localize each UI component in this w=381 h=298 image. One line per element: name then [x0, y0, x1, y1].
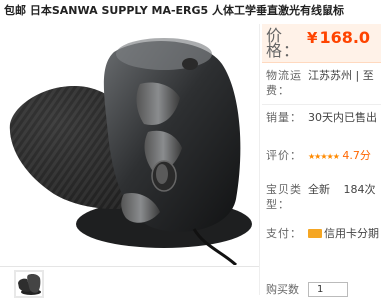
item-condition: 全新 [308, 183, 330, 196]
credit-card-icon [308, 229, 322, 238]
divider [262, 104, 381, 105]
shipping-label: 物流运费： [266, 69, 302, 97]
price-box: 价格： ¥168.0 [262, 24, 381, 63]
price-value: ¥168.0 [307, 28, 370, 47]
column-divider [259, 24, 260, 295]
price-currency: ¥ [307, 29, 318, 47]
shipping-value[interactable]: 江苏苏州 | 至 [308, 68, 374, 83]
product-image[interactable] [4, 24, 256, 265]
product-title: 包邮 日本SANWA SUPPLY MA-ERG5 人体工学垂直激光有线鼠标 [4, 4, 345, 17]
thumbnail-1[interactable] [14, 270, 44, 298]
item-type-label: 宝贝类型： [266, 183, 302, 211]
payment-method: 信用卡分期 [324, 227, 379, 240]
thumbnail-bar [0, 266, 260, 298]
sales-value: 30天内已售出 [308, 111, 377, 124]
payment-value[interactable]: 信用卡分期 [308, 226, 379, 241]
price-label: 价格： [266, 26, 301, 60]
item-count: 184次 [343, 183, 376, 196]
payment-label: 支付： [266, 227, 302, 240]
sales-label: 销量： [266, 111, 302, 124]
rating-score: 4.7分 [342, 149, 371, 162]
price-amount: 168.0 [319, 28, 371, 47]
rating-stars: ★★★★★ [308, 152, 340, 161]
vertical-mouse-image [9, 38, 252, 265]
rating-label: 评价： [266, 149, 302, 162]
product-info-panel: 价格： ¥168.0 物流运费： 江苏苏州 | 至 销量： 30天内已售出 评价… [262, 24, 381, 297]
rating-value[interactable]: ★★★★★ 4.7分 [308, 148, 371, 164]
thumbnail-mouse-image [18, 274, 41, 295]
item-type-value: 全新 184次 [308, 182, 376, 197]
